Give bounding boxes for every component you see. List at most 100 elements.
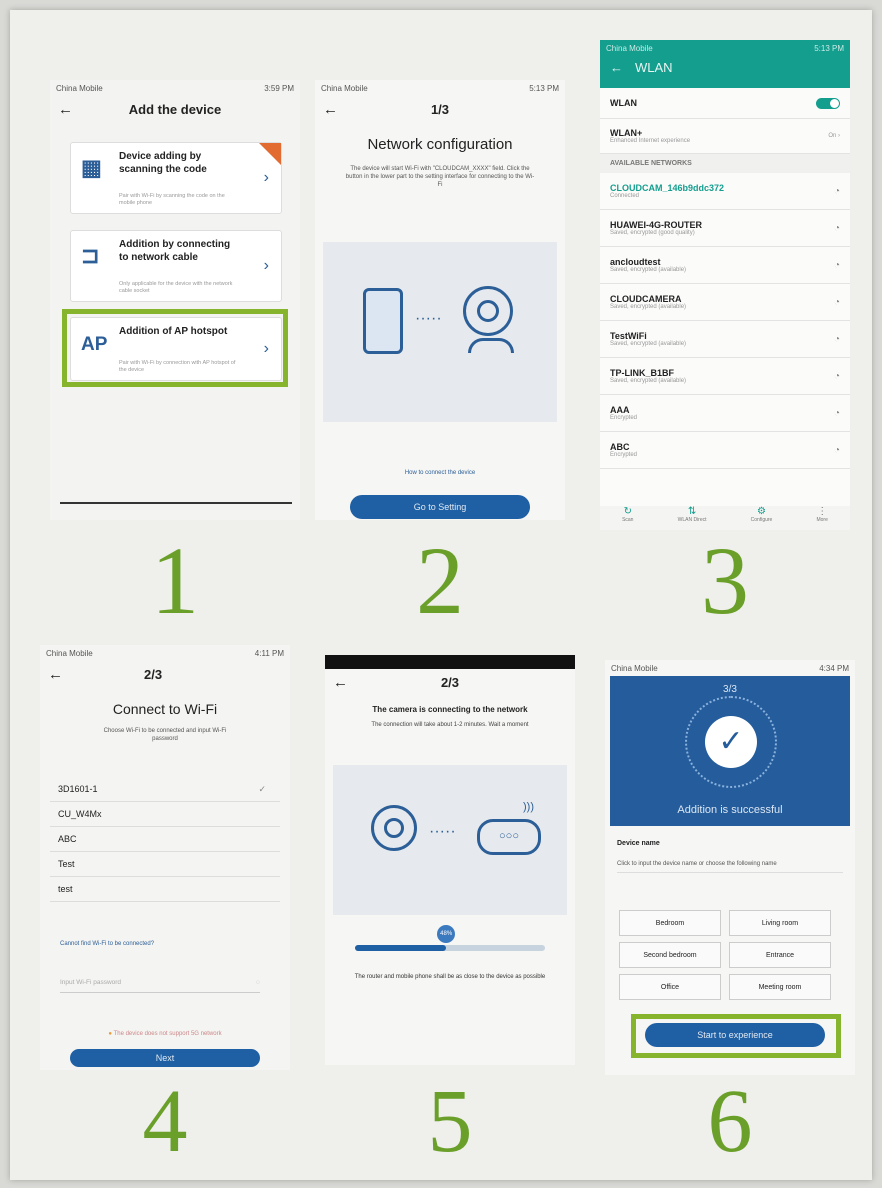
step-indicator: 2/3 [440,674,460,690]
wifi-list-item[interactable]: CU_W4Mx [50,802,280,827]
option-description: Only applicable for the device with the … [119,280,233,294]
network-status: Saved, encrypted (available) [610,378,687,384]
network-name: CLOUDCAM_146b9ddc372 [610,183,725,193]
progress-bar: 48% [355,925,545,951]
option-network-cable[interactable]: ⊐ Addition by connecting to network cabl… [70,230,282,302]
step-number: 3 [701,527,749,634]
cannot-find-link[interactable]: Cannot find Wi-Fi to be connected? [60,941,154,947]
network-name: ancloudtest [610,257,661,267]
device-name-label: Device name [617,840,660,847]
chevron-right-icon: › [263,257,269,274]
back-arrow-icon[interactable]: ← [323,101,347,118]
status-bar: China Mobile 4:11 PM [40,645,290,661]
status-bar [325,655,575,669]
next-button[interactable]: Next [70,1049,260,1067]
step-number: 6 [707,1072,753,1171]
step-indicator: 1/3 [430,101,450,117]
wifi-list-item[interactable]: test [50,877,280,902]
carrier-label: China Mobile [46,648,93,658]
room-option[interactable]: Meeting room [729,974,831,1000]
device-name-input[interactable]: Click to input the device name or choose… [617,861,843,873]
wifi-icon: ◔ [833,185,840,197]
step-indicator: 3/3 [723,684,737,695]
room-option[interactable]: Entrance [729,942,831,968]
back-arrow-icon[interactable]: ← [610,60,623,75]
more-icon: ⋮ [817,506,828,517]
camera-base [468,338,514,353]
printed-instruction-sheet: China Mobile 3:59 PM ← Add the device ▦ De… [10,10,872,1180]
back-arrow-icon[interactable]: ← [48,666,72,683]
network-status: Encrypted [610,452,638,458]
wlan-toggle-row[interactable]: WLAN [600,88,850,119]
footer-note: The router and mobile phone shall be as … [354,974,546,980]
step-indicator: 2/3 [144,666,163,682]
warning-message: ● The device does not support 5G network [108,1031,222,1037]
refresh-icon: ↻ [623,506,632,517]
corner-badge [259,143,281,165]
wlan-plus-desc: Enhanced Internet experience [610,138,691,144]
heading: Connect to Wi-Fi [112,701,218,717]
eye-off-icon[interactable]: ◌ [256,979,260,986]
description: Choose Wi-Fi to be connected and input W… [103,728,227,743]
help-link[interactable]: How to connect the device [315,470,565,476]
wlan-toggle-switch[interactable] [816,97,840,109]
wifi-name: 3D1601-1 [58,784,98,794]
time-label: 5:13 PM [814,43,844,53]
network-status: Encrypted [610,415,638,421]
wlan-header: China Mobile 5:13 PM ← WLAN [600,40,850,88]
wifi-icon: ◔ [833,407,840,419]
wifi-name: ABC [58,834,77,844]
progress-fill [355,945,447,951]
wlan-plus-row[interactable]: WLAN+ Enhanced Internet experience On › [600,119,850,154]
wlan-direct-icon: ⇅ [687,506,697,517]
room-option[interactable]: Bedroom [619,910,721,936]
wifi-list-item[interactable]: 3D1601-1 ✓ [50,777,280,802]
illustration: ····· ○○○ ))) [333,765,567,915]
network-row[interactable]: CLOUDCAMERA Saved, encrypted (available) ◔ [600,284,850,321]
network-row[interactable]: ABC Encrypted ◔ [600,432,850,469]
wifi-list-item[interactable]: ABC [50,827,280,852]
highlight-frame [631,1014,841,1058]
heading: The camera is connecting to the network [372,705,528,714]
back-arrow-icon[interactable]: ← [333,674,357,691]
time-label: 5:13 PM [529,83,559,93]
network-name: TestWiFi [610,331,647,341]
network-row[interactable]: AAA Encrypted ◔ [600,395,850,432]
network-row[interactable]: ancloudtest Saved, encrypted (available) ◔ [600,247,850,284]
wlan-plus-value: On › [828,133,840,139]
wifi-icon: ◔ [833,444,840,456]
illustration: ····· [323,242,557,422]
wifi-name: Test [58,859,75,869]
network-row[interactable]: TestWiFi Saved, encrypted (available) ◔ [600,321,850,358]
wifi-icon: ◔ [833,259,840,271]
step-number: 4 [142,1072,188,1171]
network-row[interactable]: TP-LINK_B1BF Saved, encrypted (available)… [600,358,850,395]
back-arrow-icon[interactable]: ← [58,101,82,118]
room-option[interactable]: Living room [729,910,831,936]
network-row[interactable]: CLOUDCAM_146b9ddc372 Connected ◔ [600,173,850,210]
wifi-name: test [58,884,73,894]
carrier-label: China Mobile [56,83,103,93]
camera-lens [384,818,404,838]
status-bar: China Mobile 5:13 PM [600,40,850,56]
go-to-setting-button[interactable]: Go to Setting [350,495,530,519]
wifi-list-item[interactable]: Test [50,852,280,877]
room-option[interactable]: Office [619,974,721,1000]
carrier-label: China Mobile [321,83,368,93]
qr-code-icon: ▦ [81,155,102,180]
network-status: Connected [610,193,640,199]
password-field[interactable]: Input Wi-Fi password ◌ [60,979,260,993]
network-row[interactable]: HUAWEI-4G-ROUTER Saved, encrypted (good q… [600,210,850,247]
divider-line [60,502,292,504]
status-bar: China Mobile 5:13 PM [315,80,565,96]
network-name: TP-LINK_B1BF [610,368,675,378]
step-number: 2 [416,527,464,634]
dots: ····· [429,823,456,840]
sparkle-ring [685,696,777,788]
room-option[interactable]: Second bedroom [619,942,721,968]
warning-icon: ● [108,1031,112,1037]
step-number: 5 [427,1072,473,1171]
option-title: Device adding by scanning the code [119,151,207,175]
option-scan-code[interactable]: ▦ Device adding by scanning the code Pai… [70,142,282,214]
status-bar: China Mobile 4:34 PM [605,660,855,676]
